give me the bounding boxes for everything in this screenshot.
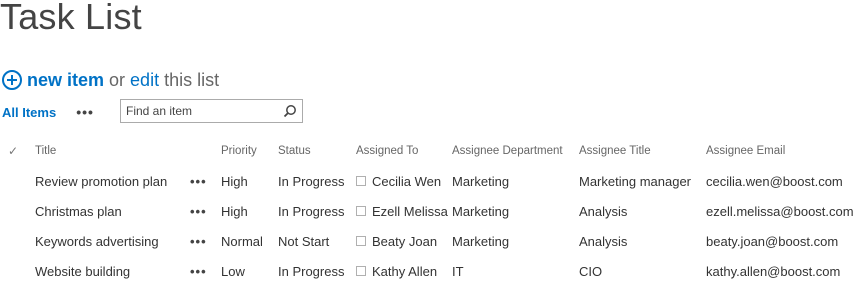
row-menu-button[interactable]: •••: [190, 256, 221, 286]
task-title-link[interactable]: Christmas plan: [35, 196, 190, 226]
ellipsis-icon[interactable]: •••: [190, 264, 207, 279]
new-item-link[interactable]: new item: [27, 70, 104, 91]
row-select-cell[interactable]: [0, 166, 35, 196]
presence-icon: [356, 176, 366, 187]
task-priority: High: [221, 203, 248, 219]
task-assignee-email: kathy.allen@boost.com: [706, 263, 841, 279]
view-all-items-link[interactable]: All Items: [2, 105, 56, 120]
task-department: Marketing: [452, 233, 510, 249]
table-row[interactable]: Website building ••• Low In Progress Kat…: [0, 256, 863, 286]
header-title[interactable]: Title: [35, 136, 190, 166]
row-menu-button[interactable]: •••: [190, 166, 221, 196]
this-list-text: this list: [164, 69, 220, 90]
task-assignee-email: ezell.melissa@boost.com: [706, 203, 854, 219]
table-row[interactable]: Review promotion plan ••• High In Progre…: [0, 166, 863, 196]
assignee-name[interactable]: Ezell Melissa: [372, 204, 448, 219]
page-title: Task List: [0, 0, 142, 37]
task-list-page: Task List new item or edit this list All…: [0, 0, 863, 304]
task-title-link[interactable]: Review promotion plan: [35, 166, 190, 196]
presence-icon: [356, 206, 366, 217]
task-priority: Low: [221, 263, 245, 279]
checkmark-icon[interactable]: ✓: [8, 144, 18, 158]
assignee-name[interactable]: Cecilia Wen: [372, 174, 441, 189]
task-assigned-to[interactable]: Beaty Joan: [356, 226, 452, 256]
task-department: Marketing: [452, 173, 510, 189]
row-select-cell[interactable]: [0, 226, 35, 256]
presence-icon: [356, 236, 366, 247]
task-table: ✓ Title Priority Status Assigned To Assi…: [0, 136, 863, 286]
header-assignee-email[interactable]: Assignee Email: [706, 136, 863, 166]
task-department: Marketing: [452, 203, 510, 219]
ellipsis-icon[interactable]: •••: [190, 234, 207, 249]
add-circle-icon[interactable]: [2, 70, 22, 90]
task-status: In Progress: [278, 173, 345, 189]
task-priority: Normal: [221, 233, 263, 249]
row-select-cell[interactable]: [0, 196, 35, 226]
header-assigned-to[interactable]: Assigned To: [356, 136, 452, 166]
task-assignee-email: beaty.joan@boost.com: [706, 233, 839, 249]
row-menu-button[interactable]: •••: [190, 196, 221, 226]
ellipsis-icon[interactable]: •••: [190, 174, 207, 189]
search-box: [120, 99, 303, 123]
row-select-cell[interactable]: [0, 256, 35, 286]
presence-icon: [356, 266, 366, 277]
task-assigned-to[interactable]: Cecilia Wen: [356, 166, 452, 196]
view-more-options-icon[interactable]: •••: [76, 104, 102, 120]
task-assignee-title: Analysis: [579, 203, 628, 219]
task-status: In Progress: [278, 203, 345, 219]
header-assignee-title[interactable]: Assignee Title: [579, 136, 706, 166]
task-assignee-title: CIO: [579, 263, 603, 279]
task-assigned-to[interactable]: Ezell Melissa: [356, 196, 452, 226]
header-assignee-department[interactable]: Assignee Department: [452, 136, 579, 166]
task-status: Not Start: [278, 233, 330, 249]
task-assignee-title: Marketing manager: [579, 173, 691, 189]
table-row[interactable]: Christmas plan ••• High In Progress Ezel…: [0, 196, 863, 226]
assignee-name[interactable]: Beaty Joan: [372, 234, 437, 249]
assignee-name[interactable]: Kathy Allen: [372, 264, 437, 279]
row-menu-button[interactable]: •••: [190, 226, 221, 256]
header-priority[interactable]: Priority: [221, 136, 278, 166]
task-title-link[interactable]: Website building: [35, 256, 190, 286]
view-selector-bar: All Items •••: [2, 99, 102, 125]
task-assignee-email: cecilia.wen@boost.com: [706, 173, 843, 189]
task-status: In Progress: [278, 263, 345, 279]
table-header-row: ✓ Title Priority Status Assigned To Assi…: [0, 136, 863, 166]
select-all-header[interactable]: ✓: [0, 136, 35, 166]
task-assignee-title: Analysis: [579, 233, 628, 249]
or-text: or: [109, 69, 126, 90]
ellipsis-icon[interactable]: •••: [190, 204, 207, 219]
new-item-bar: new item or edit this list: [2, 68, 219, 92]
task-department: IT: [452, 263, 464, 279]
edit-link[interactable]: edit: [130, 70, 159, 91]
task-priority: High: [221, 173, 248, 189]
header-spacer: [190, 136, 221, 166]
header-status[interactable]: Status: [278, 136, 356, 166]
search-input[interactable]: [121, 101, 281, 121]
search-icon[interactable]: [283, 104, 297, 118]
table-row[interactable]: Keywords advertising ••• Normal Not Star…: [0, 226, 863, 256]
task-assigned-to[interactable]: Kathy Allen: [356, 256, 452, 286]
task-title-link[interactable]: Keywords advertising: [35, 226, 190, 256]
